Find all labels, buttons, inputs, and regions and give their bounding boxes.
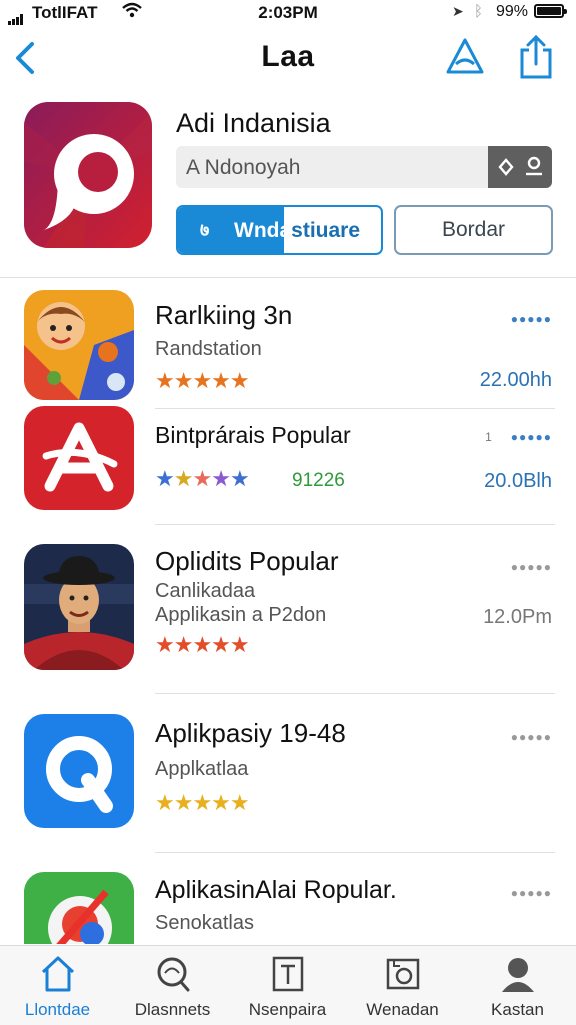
share-icon — [520, 34, 552, 79]
rating-stars: ★★★★★ — [155, 632, 250, 657]
navigation-bar: Laa — [0, 30, 576, 90]
app-description: Applikasin a P2don — [155, 604, 327, 626]
battery-percent: 99% — [496, 3, 529, 20]
more-icon[interactable]: ●●●●● — [511, 560, 552, 574]
app-icon-blue — [24, 714, 134, 828]
page-title: Laa — [261, 40, 315, 73]
search-icon — [157, 957, 190, 992]
tab-label: Wenadan — [366, 1000, 439, 1019]
divider — [155, 524, 555, 525]
secondary-button[interactable]: Bordar — [394, 205, 553, 255]
featured-app-icon[interactable] — [24, 102, 152, 248]
app-store-icon — [446, 38, 484, 74]
app-name: Rarlkiing 3n — [155, 300, 293, 330]
tab-photos[interactable]: Wenadan — [345, 946, 460, 1025]
bluetooth-icon: ᛒ — [474, 3, 484, 20]
app-meta: 20.0Blh — [484, 470, 552, 492]
search-options-button[interactable] — [488, 146, 552, 188]
share-button[interactable] — [518, 34, 554, 85]
tab-search[interactable]: Dlasnnets — [115, 946, 230, 1025]
search-field[interactable]: A Ndonoyah — [176, 146, 552, 188]
search-text: A Ndonoyah — [186, 156, 301, 179]
app-subtitle: Senokatlas — [155, 912, 254, 934]
tab-bar: Llontdae Dlasnnets Nsenpaira Wenadan Kas… — [0, 945, 576, 1025]
app-icon-red — [24, 406, 134, 510]
tab-label: Nsenpaira — [248, 1000, 327, 1019]
app-name: AplikasinAlai Ropular. — [155, 876, 397, 904]
divider — [155, 852, 555, 853]
app-meta: 22.00hh — [479, 369, 552, 391]
rating-stars: ★★★★★ — [155, 466, 250, 491]
settings-icon — [498, 156, 542, 176]
app-subtitle: Randstation — [155, 338, 262, 360]
tab-home[interactable]: Llontdae — [0, 946, 115, 1025]
app-name: Aplikpasiy 19-48 — [155, 718, 346, 748]
list-item[interactable]: Oplidits Popular Canlikadaa Applikasin a… — [0, 544, 576, 684]
download-icon: ७ — [200, 220, 210, 240]
status-bar: TotlIFAT 2:03PM ➤ ᛒ 99% — [0, 0, 576, 26]
app-icon-green — [24, 872, 134, 944]
rating-stars: ★★★★★ — [155, 790, 250, 815]
clock: 2:03PM — [258, 3, 318, 22]
app-name: Bintprárais Popular — [155, 422, 351, 448]
divider — [0, 277, 576, 278]
app-store-button[interactable] — [444, 36, 486, 83]
install-button-label: Wndastiuare — [234, 219, 361, 242]
home-icon — [41, 956, 75, 992]
more-icon[interactable]: ●●●●● — [511, 730, 552, 744]
tab-edit[interactable]: Nsenpaira — [230, 946, 345, 1025]
more-icon[interactable]: ●●●●● — [511, 886, 552, 900]
list-item[interactable]: AplikasinAlai Ropular. Senokatlas ●●●●● — [0, 872, 576, 944]
more-icon[interactable]: 1 ●●●●● — [485, 430, 552, 444]
app-subtitle: Canlikadaa — [155, 580, 256, 602]
list-item[interactable]: Bintprárais Popular ★★★★★ 91226 1 ●●●●● 2… — [0, 406, 576, 524]
app-icon-cartoon — [24, 290, 134, 400]
app-subtitle: Applkatlaa — [155, 758, 249, 780]
featured-app-title: Adi Indanisia — [176, 108, 331, 138]
battery-icon — [534, 4, 567, 18]
location-icon: ➤ — [452, 3, 464, 19]
install-button[interactable]: ७ Wndastiuare — [176, 205, 383, 255]
list-item[interactable]: Aplikpasiy 19-48 Applkatlaa ★★★★★ ●●●●● — [0, 714, 576, 854]
divider — [155, 693, 555, 694]
tab-label: Kastan — [491, 1000, 544, 1019]
edit-icon — [272, 956, 304, 992]
photo-icon — [386, 958, 420, 990]
more-icon[interactable]: ●●●●● — [511, 312, 552, 326]
tab-account[interactable]: Kastan — [460, 946, 575, 1025]
app-name: Oplidits Popular — [155, 546, 339, 576]
review-count: 91226 — [292, 470, 345, 491]
rating-stars: ★★★★★ — [155, 368, 250, 393]
person-icon — [502, 958, 534, 992]
tab-label: Dlasnnets — [134, 1000, 211, 1019]
app-icon-avatar — [24, 544, 134, 670]
list-item[interactable]: Rarlkiing 3n Randstation ★★★★★ ●●●●● 22.… — [0, 290, 576, 408]
tab-label: Llontdae — [24, 1000, 91, 1019]
app-meta: 12.0Pm — [483, 606, 552, 628]
